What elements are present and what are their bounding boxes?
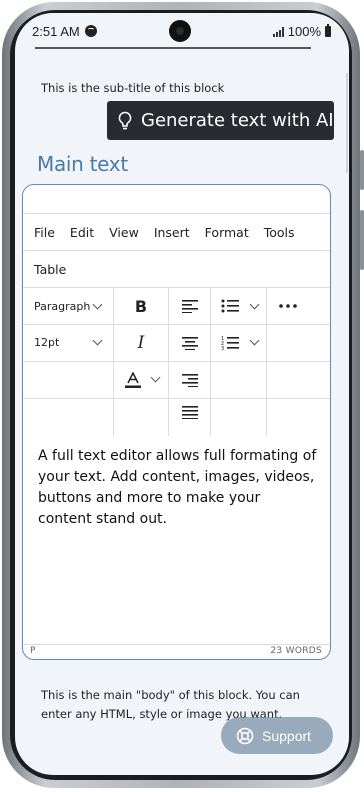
italic-icon: I bbox=[137, 333, 145, 353]
editor-top-bar bbox=[23, 185, 330, 214]
align-justify-button[interactable] bbox=[169, 399, 210, 435]
menu-tools[interactable]: Tools bbox=[264, 225, 295, 240]
phone-mockup: 2:51 AM 100% This is the sub-title of th… bbox=[0, 0, 364, 792]
bullet-list-icon bbox=[221, 299, 239, 313]
align-right-button[interactable] bbox=[169, 362, 210, 398]
rich-text-editor[interactable]: File Edit View Insert Format Tools Table bbox=[22, 184, 331, 660]
status-bar: 2:51 AM 100% bbox=[15, 13, 349, 47]
menu-edit[interactable]: Edit bbox=[70, 225, 94, 240]
text-color-button[interactable] bbox=[114, 362, 168, 398]
block-format-value: Paragraph bbox=[34, 300, 91, 313]
editor-toolbar: Paragraph B 12pt I 1 2 3 bbox=[23, 288, 330, 436]
volume-button bbox=[360, 150, 364, 190]
italic-button[interactable]: I bbox=[114, 325, 168, 361]
align-center-icon bbox=[181, 337, 198, 350]
block-format-select[interactable]: Paragraph bbox=[23, 288, 113, 324]
editor-menubar-row2: Table bbox=[23, 251, 330, 288]
menu-insert[interactable]: Insert bbox=[154, 225, 190, 240]
chevron-down-icon bbox=[92, 299, 103, 310]
previous-field-border bbox=[35, 47, 311, 49]
lightbulb-icon bbox=[118, 111, 132, 129]
menu-table[interactable]: Table bbox=[34, 262, 66, 277]
chevron-down-icon bbox=[249, 299, 260, 310]
editor-content[interactable]: A full text editor allows full formating… bbox=[38, 446, 318, 530]
scrollbar[interactable] bbox=[346, 73, 348, 173]
align-left-button[interactable] bbox=[169, 288, 210, 324]
align-justify-icon bbox=[182, 406, 198, 419]
more-dots-icon bbox=[279, 304, 297, 308]
bullet-list-button[interactable] bbox=[211, 288, 266, 324]
chevron-down-icon bbox=[92, 335, 103, 346]
generate-ai-label: Generate text with AI bbox=[141, 110, 334, 131]
support-label: Support bbox=[262, 727, 312, 744]
more-button[interactable] bbox=[267, 288, 330, 324]
menu-format[interactable]: Format bbox=[205, 225, 249, 240]
spotify-icon bbox=[85, 25, 97, 37]
generate-ai-button[interactable]: Generate text with AI bbox=[107, 101, 334, 140]
signal-icon bbox=[272, 26, 284, 37]
menu-file[interactable]: File bbox=[34, 225, 55, 240]
power-button bbox=[360, 210, 364, 270]
status-time: 2:51 AM bbox=[32, 24, 80, 39]
lifebuoy-icon bbox=[236, 727, 254, 744]
bold-button[interactable]: B bbox=[114, 288, 168, 324]
chevron-down-icon bbox=[150, 372, 161, 383]
align-center-button[interactable] bbox=[169, 325, 210, 361]
chevron-down-icon bbox=[249, 335, 260, 346]
word-count[interactable]: 23 WORDS bbox=[270, 646, 322, 656]
editor-statusbar: P 23 WORDS bbox=[23, 644, 330, 659]
numbered-list-icon: 123 bbox=[221, 336, 239, 350]
font-size-select[interactable]: 12pt bbox=[23, 325, 113, 361]
align-left-icon bbox=[181, 300, 198, 313]
text-color-icon bbox=[125, 372, 141, 388]
menu-view[interactable]: View bbox=[109, 225, 139, 240]
font-size-value: 12pt bbox=[34, 336, 60, 349]
front-camera bbox=[169, 20, 191, 42]
battery-percent: 100% bbox=[287, 24, 321, 39]
status-right: 100% bbox=[272, 24, 331, 39]
bold-icon: B bbox=[134, 296, 148, 316]
editor-menubar: File Edit View Insert Format Tools bbox=[23, 214, 330, 251]
screen: 2:51 AM 100% This is the sub-title of th… bbox=[15, 13, 349, 775]
numbered-list-button[interactable]: 123 bbox=[211, 325, 266, 361]
block-subtitle: This is the sub-title of this block bbox=[41, 81, 225, 95]
svg-text:3: 3 bbox=[221, 346, 224, 350]
element-path[interactable]: P bbox=[30, 646, 35, 656]
battery-icon bbox=[325, 24, 331, 37]
align-right-icon bbox=[181, 374, 198, 387]
section-title: Main text bbox=[37, 152, 128, 176]
support-button[interactable]: Support bbox=[221, 717, 333, 754]
